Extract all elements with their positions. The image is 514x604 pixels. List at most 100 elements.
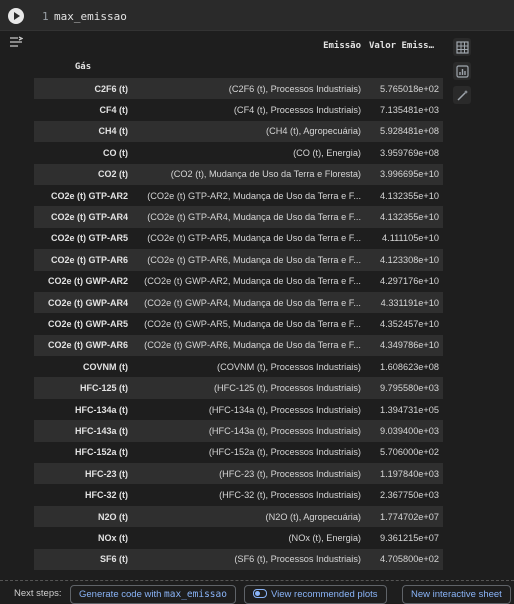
- cell-emissao: (CO2 (t), Mudança de Uso da Terra e Flor…: [170, 169, 361, 180]
- table-row: HFC-152a (t) (HFC-152a (t), Processos Ind…: [34, 441, 443, 464]
- line-number: 1: [42, 10, 49, 23]
- column-header-valor-emissao: Valor Emissão: [369, 41, 440, 51]
- cell-emissao: (CO (t), Energia): [293, 147, 361, 158]
- row-index-gas: CO2e (t) GWP-AR5: [47, 318, 128, 329]
- row-index-gas: COVNM (t): [83, 361, 128, 372]
- row-index-gas: HFC-125 (t): [79, 383, 128, 394]
- cell-emissao: (N2O (t), Agropecuária): [265, 511, 361, 522]
- cell-valor-emissao: 5.706000e+02: [379, 447, 439, 458]
- header-blank: [132, 56, 365, 78]
- table-row: CO (t) (CO (t), Energia) 3.959769e+08: [34, 142, 443, 164]
- cell-emissao: (SF6 (t), Processos Industriais): [234, 554, 361, 565]
- cell-valor-emissao: 3.996695e+10: [379, 169, 439, 180]
- table-row: CF4 (t) (CF4 (t), Processos Industriais) 7…: [34, 99, 443, 121]
- cell-emissao: (CO2e (t) GWP-AR4, Mudança de Uso da Ter…: [144, 297, 361, 308]
- cell-emissao: (C2F6 (t), Processos Industriais): [228, 83, 361, 94]
- row-index-gas: SF6 (t): [100, 554, 128, 565]
- cell-emissao: (HFC-32 (t), Processos Industriais): [219, 490, 361, 501]
- table-row: HFC-134a (t) (HFC-134a (t), Processos Ind…: [34, 398, 443, 421]
- table-row: HFC-32 (t) (HFC-32 (t), Processos Industr…: [34, 484, 443, 506]
- cell-valor-emissao: 2.367750e+03: [379, 490, 439, 501]
- dataframe-table: Emissão Valor Emissão Gás C2F6 (t) (C2F6 …: [34, 36, 443, 570]
- row-index-gas: HFC-134a (t): [74, 404, 128, 415]
- cell-emissao: (HFC-125 (t), Processos Industriais): [213, 383, 361, 394]
- header-blank: [34, 36, 132, 56]
- output-toggle-icon[interactable]: [9, 36, 24, 48]
- cell-emissao: (HFC-134a (t), Processos Industriais): [208, 404, 361, 415]
- cell-emissao: (CF4 (t), Processos Industriais): [233, 105, 361, 116]
- code-cell[interactable]: 1 max_emissao: [0, 0, 514, 31]
- cell-valor-emissao: 4.331191e+10: [380, 297, 439, 308]
- cell-emissao: (COVNM (t), Processos Industriais): [217, 361, 361, 372]
- row-index-gas: HFC-143a (t): [74, 425, 128, 436]
- table-row: C2F6 (t) (C2F6 (t), Processos Industriais…: [34, 78, 443, 100]
- cell-valor-emissao: 9.361215e+07: [379, 532, 439, 543]
- cell-valor-emissao: 4.132355e+10: [379, 190, 439, 201]
- generate-code-label: Generate code with: [79, 589, 162, 600]
- table-row: CO2e (t) GTP-AR4 (CO2e (t) GTP-AR4, Mudan…: [34, 206, 443, 228]
- cell-emissao: (HFC-143a (t), Processos Industriais): [208, 425, 361, 436]
- row-index-gas: CO2e (t) GTP-AR2: [50, 190, 128, 201]
- cell-valor-emissao: 9.039400e+03: [379, 425, 439, 436]
- generate-code-variable: max_emissao: [164, 589, 227, 600]
- cell-valor-emissao: 1.774702e+07: [379, 511, 439, 522]
- bar-chart-icon[interactable]: [453, 62, 471, 80]
- cell-valor-emissao: 5.928481e+08: [379, 126, 439, 137]
- table-body: C2F6 (t) (C2F6 (t), Processos Industriais…: [34, 78, 443, 570]
- code-text[interactable]: max_emissao: [54, 10, 127, 23]
- cell-emissao: (CO2e (t) GTP-AR5, Mudança de Uso da Ter…: [147, 233, 361, 244]
- cell-valor-emissao: 1.608623e+08: [379, 361, 439, 372]
- row-index-gas: CO2 (t): [98, 169, 128, 180]
- cell-valor-emissao: 4.297176e+10: [379, 276, 439, 287]
- recommended-plots-label: View recommended plots: [271, 589, 378, 600]
- table-row: CO2e (t) GWP-AR4 (CO2e (t) GWP-AR4, Mudan…: [34, 291, 443, 314]
- magic-wand-icon[interactable]: [453, 86, 471, 104]
- run-cell-button[interactable]: [8, 8, 24, 24]
- cell-emissao: (CO2e (t) GTP-AR2, Mudança de Uso da Ter…: [147, 190, 361, 201]
- table-row: CO2e (t) GTP-AR2 (CO2e (t) GTP-AR2, Mudan…: [34, 184, 443, 207]
- table-row: CO2e (t) GTP-AR6 (CO2e (t) GTP-AR6, Mudan…: [34, 249, 443, 271]
- table-row: CO2 (t) (CO2 (t), Mudança de Uso da Terra…: [34, 163, 443, 185]
- row-index-gas: CF4 (t): [99, 105, 129, 116]
- cell-valor-emissao: 4.123308e+10: [379, 254, 439, 265]
- table-row: CH4 (t) (CH4 (t), Agropecuária) 5.928481e+…: [34, 120, 443, 143]
- dataframe-output: Emissão Valor Emissão Gás C2F6 (t) (C2F6 …: [34, 36, 444, 570]
- cell-valor-emissao: 7.135481e+03: [379, 105, 439, 116]
- view-recommended-plots-button[interactable]: View recommended plots: [244, 585, 387, 604]
- row-index-gas: CH4 (t): [98, 126, 129, 137]
- cell-valor-emissao: 4.352457e+10: [379, 318, 439, 329]
- table-row: CO2e (t) GWP-AR6 (CO2e (t) GWP-AR6, Mudan…: [34, 334, 443, 357]
- cell-emissao: (CO2e (t) GTP-AR4, Mudança de Uso da Ter…: [147, 212, 361, 223]
- cell-valor-emissao: 3.959769e+08: [379, 147, 439, 158]
- table-row: CO2e (t) GTP-AR5 (CO2e (t) GTP-AR5, Mudan…: [34, 227, 443, 250]
- cell-emissao: (HFC-23 (t), Processos Industriais): [219, 468, 361, 479]
- row-index-gas: HFC-32 (t): [85, 490, 128, 501]
- row-index-gas: CO2e (t) GTP-AR6: [50, 254, 128, 265]
- table-row: COVNM (t) (COVNM (t), Processos Industria…: [34, 356, 443, 378]
- cell-valor-emissao: 4.132355e+10: [379, 212, 439, 223]
- cell-emissao: (CO2e (t) GWP-AR5, Mudança de Uso da Ter…: [144, 318, 361, 329]
- table-row: NOx (t) (NOx (t), Energia) 9.361215e+07: [34, 527, 443, 549]
- table-row: CO2e (t) GWP-AR2 (CO2e (t) GWP-AR2, Mudan…: [34, 270, 443, 292]
- row-index-gas: N2O (t): [98, 511, 128, 522]
- row-index-gas: CO (t): [103, 147, 128, 158]
- table-icon[interactable]: [453, 38, 471, 56]
- cell-valor-emissao: 5.765018e+02: [379, 83, 439, 94]
- table-row: HFC-143a (t) (HFC-143a (t), Processos Ind…: [34, 420, 443, 442]
- new-interactive-sheet-button[interactable]: New interactive sheet: [402, 585, 511, 604]
- index-header-gas: Gás: [74, 62, 92, 72]
- row-index-gas: CO2e (t) GTP-AR4: [50, 212, 128, 223]
- cell-emissao: (HFC-152a (t), Processos Industriais): [208, 447, 361, 458]
- cell-emissao: (NOx (t), Energia): [288, 532, 362, 543]
- row-index-gas: CO2e (t) GTP-AR5: [50, 233, 128, 244]
- interactive-sheet-label: New interactive sheet: [411, 589, 502, 600]
- header-blank: [365, 56, 443, 78]
- generate-code-button[interactable]: Generate code with max_emissao: [70, 585, 236, 604]
- row-index-gas: CO2e (t) GWP-AR6: [47, 340, 128, 351]
- cell-valor-emissao: 1.197840e+03: [379, 468, 439, 479]
- row-index-gas: CO2e (t) GWP-AR2: [47, 276, 128, 287]
- cell-valor-emissao: 4.349786e+10: [379, 340, 439, 351]
- row-index-gas: CO2e (t) GWP-AR4: [47, 297, 128, 308]
- table-row: SF6 (t) (SF6 (t), Processos Industriais) 4…: [34, 548, 443, 570]
- row-index-gas: HFC-23 (t): [85, 468, 128, 479]
